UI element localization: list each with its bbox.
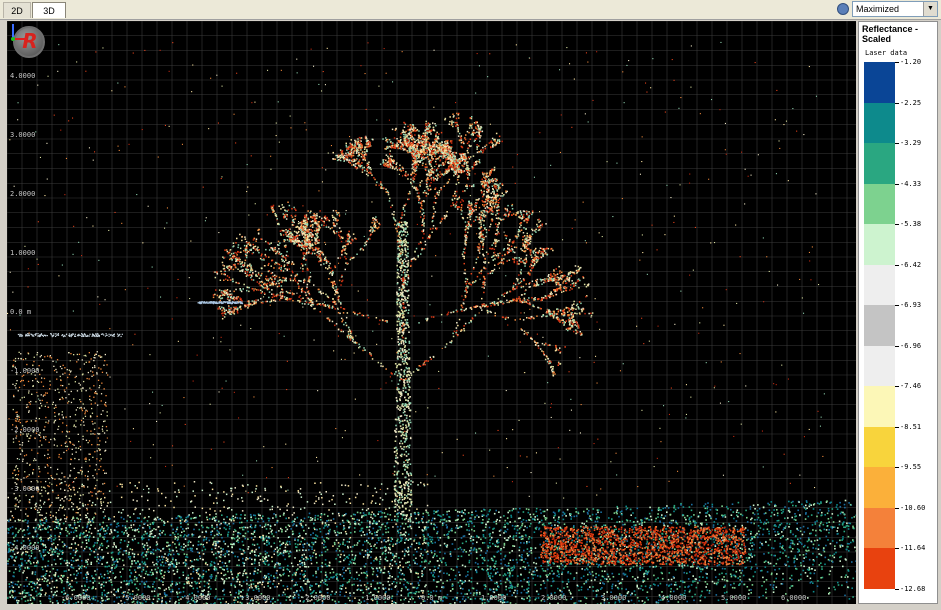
- x-axis-label: 5.0000: [721, 594, 747, 602]
- legend-label: -9.55: [900, 463, 922, 471]
- x-axis-label: -4.0000: [181, 594, 211, 602]
- legend-swatch: [864, 386, 895, 427]
- legend-label: -10.60: [900, 503, 926, 512]
- view-mode-select[interactable]: Maximized ▼: [852, 1, 938, 17]
- legend-tick: [895, 305, 899, 306]
- y-axis-label: 0.0 m: [10, 308, 32, 316]
- legend-label: -6.93: [900, 301, 922, 309]
- legend-swatch: [864, 305, 895, 346]
- legend-label: -12.68: [900, 584, 926, 593]
- legend-label: -2.25: [900, 98, 922, 107]
- legend-swatch: [864, 345, 895, 387]
- legend-swatch: [864, 143, 895, 184]
- legend-swatch: [864, 102, 895, 144]
- legend-label: -6.96: [900, 341, 922, 350]
- view-tab-bar: 2D 3D Maximized ▼: [0, 0, 941, 20]
- x-axis-label: 2.0000: [541, 594, 567, 602]
- legend-tick: [895, 345, 899, 347]
- legend-tick: [895, 102, 899, 104]
- legend-tick: [895, 264, 899, 266]
- chevron-down-icon[interactable]: ▼: [923, 2, 937, 16]
- legend-swatch: [864, 224, 895, 265]
- y-axis-label: 1.0000: [10, 249, 36, 257]
- legend-label: -4.33: [900, 179, 922, 188]
- view-mode-value: Maximized: [856, 4, 900, 14]
- legend-label: -11.64: [900, 544, 926, 552]
- legend-title: Reflectance - Scaled: [862, 24, 919, 44]
- legend-tick: [895, 507, 899, 509]
- legend-tick: [895, 548, 899, 549]
- y-axis-label: -2.0000: [10, 426, 40, 434]
- legend-swatch: [864, 467, 895, 508]
- x-axis-label: 0.0 m: [421, 594, 443, 602]
- legend-tick: [895, 62, 899, 63]
- legend-tick: [895, 588, 899, 590]
- point-cloud-canvas[interactable]: [7, 21, 856, 604]
- legend-swatch: [864, 426, 895, 468]
- reflectance-legend: Reflectance - Scaled Laser data -1.20 -2.…: [858, 21, 938, 604]
- legend-label: -3.29: [900, 139, 922, 147]
- legend-tick: [895, 386, 899, 387]
- view-icon[interactable]: [837, 3, 849, 15]
- legend-swatch: [864, 507, 895, 549]
- legend-swatch: [864, 183, 895, 225]
- axis-gizmo-icon: [11, 24, 27, 41]
- y-axis-label: -4.0000: [10, 544, 40, 552]
- x-axis-label: 6.0000: [781, 594, 807, 602]
- x-axis-label: 3.0000: [601, 594, 627, 602]
- legend-label: -1.20: [900, 58, 922, 66]
- legend-label: -7.46: [900, 382, 922, 390]
- y-axis-label: 2.0000: [10, 190, 36, 198]
- legend-label: -8.51: [900, 422, 922, 431]
- legend-subtitle: Laser data: [865, 49, 908, 57]
- x-axis-label: -5.0000: [121, 594, 151, 602]
- y-axis-label: 3.0000: [10, 131, 36, 139]
- x-axis-label: -3.0000: [241, 594, 271, 602]
- legend-swatch: [864, 548, 895, 589]
- y-axis-label: -3.0000: [10, 485, 40, 493]
- legend-label: -6.42: [900, 260, 922, 269]
- legend-swatch: [864, 62, 895, 103]
- legend-swatch: [864, 264, 895, 306]
- legend-tick: [895, 426, 899, 428]
- legend-tick: [895, 183, 899, 185]
- legend-tick: [895, 143, 899, 144]
- tab-3d[interactable]: 3D: [32, 2, 66, 18]
- legend-label: -5.38: [900, 220, 922, 228]
- x-axis-label: -1.0000: [361, 594, 391, 602]
- x-axis-label: -2.0000: [301, 594, 331, 602]
- y-axis-label: -1.0000: [10, 367, 40, 375]
- x-axis-label: 1.0000: [481, 594, 507, 602]
- x-axis-label: 4.0000: [661, 594, 687, 602]
- legend-tick: [895, 224, 899, 225]
- legend-tick: [895, 467, 899, 468]
- x-axis-label: -6.0000: [61, 594, 91, 602]
- y-axis-label: 4.0000: [10, 72, 36, 80]
- point-cloud-viewport[interactable]: R 4.0000 3.0000 2.0000 1.0000 0.0 m -1.0…: [7, 21, 856, 604]
- tab-2d[interactable]: 2D: [3, 2, 31, 18]
